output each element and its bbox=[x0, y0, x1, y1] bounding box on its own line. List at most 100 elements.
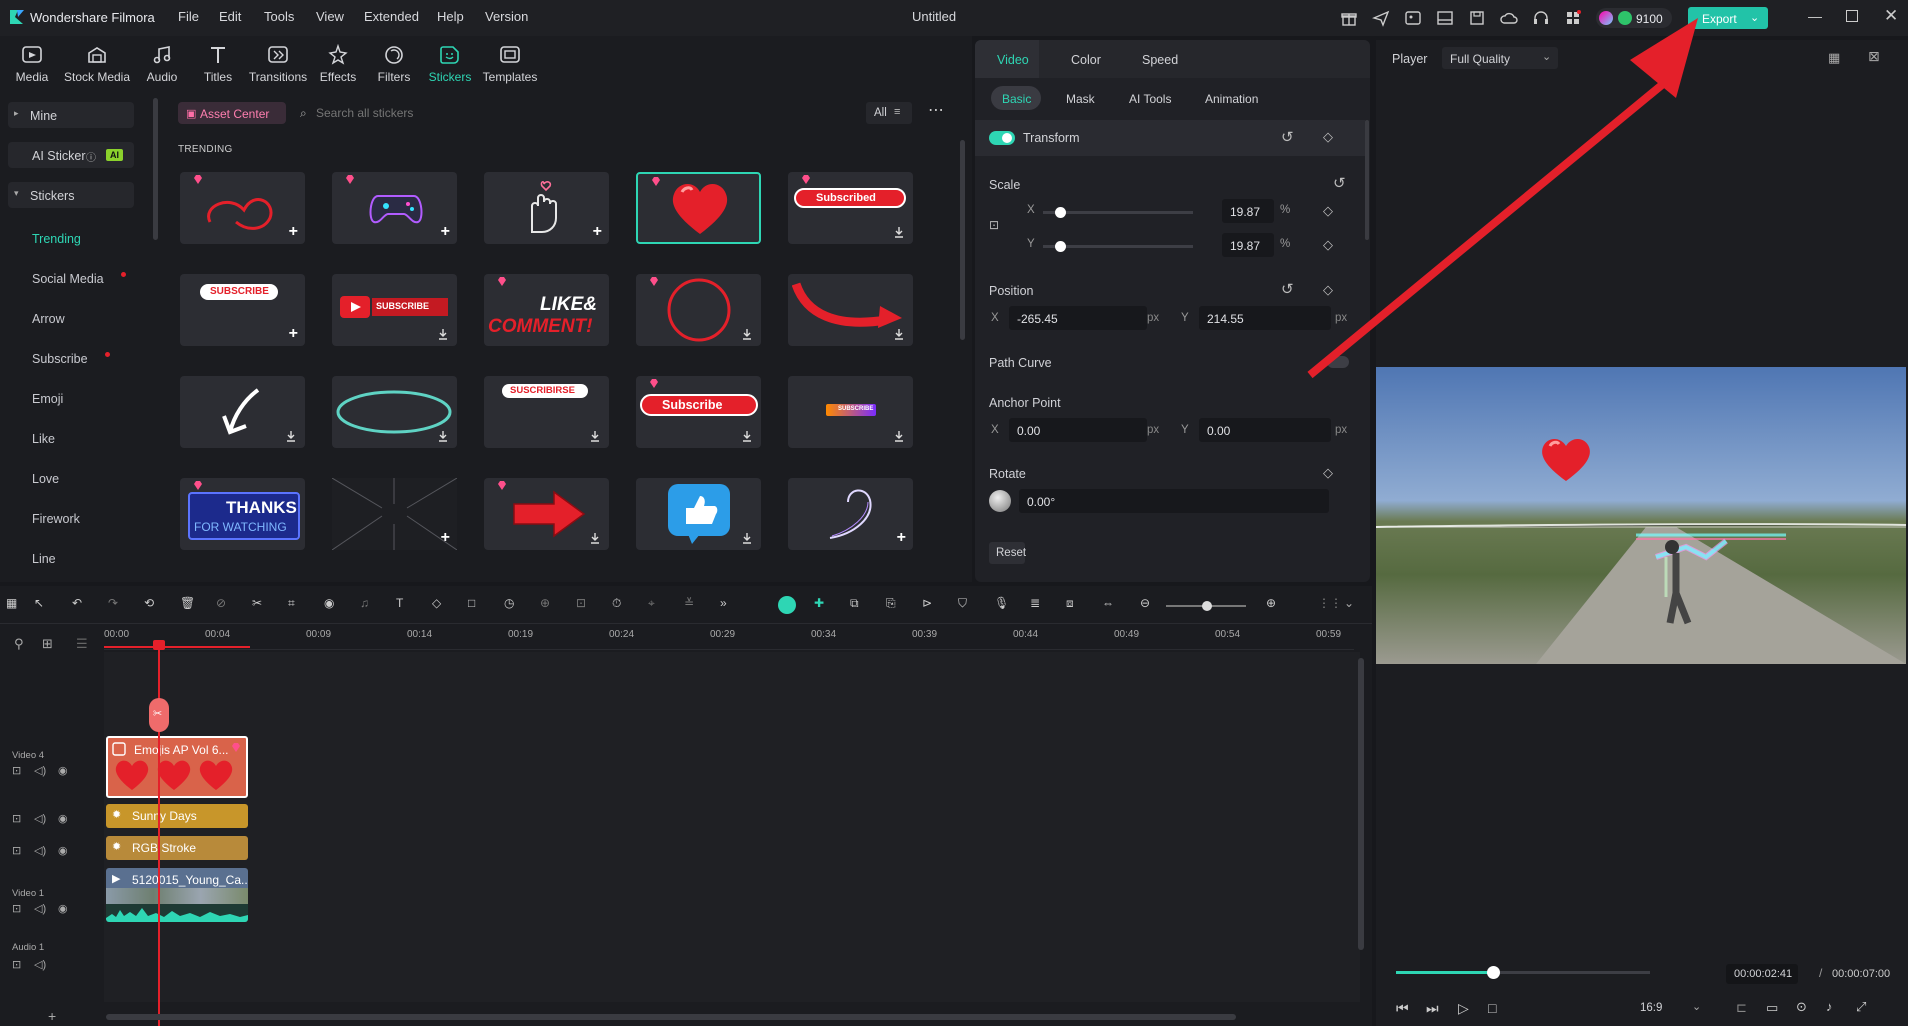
reset-icon[interactable]: ↺ bbox=[1281, 128, 1294, 146]
auto-highlight-icon[interactable]: ⊳ bbox=[922, 596, 940, 614]
keyframe-icon[interactable]: ◇ bbox=[432, 596, 450, 614]
tab-titles[interactable]: Titles bbox=[200, 44, 236, 84]
menu-file[interactable]: File bbox=[178, 9, 199, 24]
visibility-icon[interactable]: ◉ bbox=[58, 764, 68, 777]
scale-x-handle[interactable] bbox=[1055, 207, 1066, 218]
grid-view-icon[interactable]: ▦ bbox=[1828, 50, 1840, 66]
fit-icon[interactable]: ⇔ bbox=[1102, 596, 1120, 614]
category-ai-sticker[interactable]: AI Sticker ⓘ AI bbox=[8, 142, 134, 168]
mute-icon[interactable]: ◁) bbox=[34, 958, 46, 971]
media-library-icon[interactable] bbox=[1404, 9, 1422, 27]
anchor-x-input[interactable]: 0.00 bbox=[1009, 418, 1147, 442]
stabilize-icon[interactable]: ⊡ bbox=[576, 596, 594, 614]
previous-frame-icon[interactable]: ⏮ bbox=[1396, 1000, 1409, 1017]
tab-transitions[interactable]: Transitions bbox=[247, 44, 309, 84]
layout-grid-icon[interactable]: ▦ bbox=[6, 596, 24, 614]
credits-pill[interactable]: 9100 bbox=[1596, 8, 1672, 28]
lock-ratio-icon[interactable]: ⊡ bbox=[989, 218, 999, 232]
tab-speed[interactable]: Speed bbox=[1142, 53, 1178, 67]
tab-color[interactable]: Color bbox=[1071, 53, 1101, 67]
sticker-tile-sparkle-heart[interactable]: + bbox=[788, 478, 913, 550]
ai-tool-icon[interactable]: ⟲ bbox=[144, 596, 162, 614]
timeline-horizontal-scrollbar[interactable] bbox=[106, 1014, 1236, 1020]
display-icon[interactable]: ▭ bbox=[1766, 1000, 1778, 1016]
tab-templates[interactable]: Templates bbox=[482, 44, 538, 84]
restore-icon[interactable] bbox=[1846, 10, 1858, 22]
more-tools-icon[interactable]: » bbox=[720, 596, 738, 614]
download-icon[interactable] bbox=[741, 532, 753, 544]
undo-icon[interactable]: ↶ bbox=[72, 596, 90, 614]
next-frame-icon[interactable]: ⏭ bbox=[1426, 1000, 1439, 1017]
close-icon[interactable]: ✕ bbox=[1884, 6, 1898, 26]
save-icon[interactable] bbox=[1468, 9, 1486, 27]
subtab-mask[interactable]: Mask bbox=[1066, 92, 1095, 106]
subtab-animation[interactable]: Animation bbox=[1205, 92, 1258, 106]
asset-center-button[interactable]: ▣ Asset Center bbox=[178, 102, 286, 124]
grid-scrollbar[interactable] bbox=[960, 140, 965, 340]
download-icon[interactable] bbox=[741, 328, 753, 340]
redo-icon[interactable]: ↷ bbox=[108, 596, 126, 614]
volume-icon[interactable]: ♪ bbox=[1826, 999, 1833, 1014]
download-icon[interactable] bbox=[285, 430, 297, 442]
sticker-tile-teal-ellipse[interactable] bbox=[332, 376, 457, 448]
position-y-input[interactable]: 214.55 bbox=[1199, 306, 1331, 330]
visibility-icon[interactable]: ◉ bbox=[58, 812, 68, 825]
category-like[interactable]: Like bbox=[32, 432, 55, 446]
video-preview[interactable] bbox=[1376, 367, 1906, 664]
heart-sticker-overlay[interactable] bbox=[1538, 433, 1594, 485]
zoom-handle[interactable] bbox=[1202, 601, 1212, 611]
menu-version[interactable]: Version bbox=[485, 9, 528, 24]
tab-stickers[interactable]: Stickers bbox=[428, 44, 472, 84]
transform-toggle[interactable] bbox=[989, 131, 1015, 145]
subtitle-icon[interactable]: ≣ bbox=[1030, 596, 1048, 614]
layout-icon[interactable] bbox=[1436, 9, 1454, 27]
minimize-icon[interactable]: — bbox=[1808, 8, 1822, 24]
sticker-tile-heart-line[interactable]: + bbox=[180, 172, 305, 244]
anchor-y-input[interactable]: 0.00 bbox=[1199, 418, 1331, 442]
timeline-vertical-scrollbar[interactable] bbox=[1358, 658, 1364, 950]
rotate-dial[interactable] bbox=[989, 490, 1011, 512]
download-icon[interactable] bbox=[589, 430, 601, 442]
add-icon[interactable]: + bbox=[441, 530, 450, 546]
download-icon[interactable] bbox=[893, 226, 905, 238]
help-icon[interactable]: ⓘ bbox=[86, 149, 96, 164]
sticker-tile-like-comment[interactable]: LIKE& COMMENT! bbox=[484, 274, 609, 346]
speed-icon[interactable]: ◷ bbox=[504, 596, 522, 614]
sticker-tile-subscribed[interactable]: Subscribed bbox=[788, 172, 913, 244]
category-scrollbar[interactable] bbox=[153, 98, 158, 240]
marker-icon[interactable]: ⎘ bbox=[886, 596, 904, 614]
clip-video[interactable]: ▶ 5120015_Young_Ca... bbox=[106, 868, 248, 922]
link-icon[interactable]: ⚲ bbox=[14, 636, 24, 652]
cloud-upload-icon[interactable] bbox=[1500, 9, 1518, 27]
subtab-basic[interactable]: Basic bbox=[991, 86, 1041, 110]
clip-sunny-days[interactable]: ✹ Sunny Days bbox=[106, 804, 248, 828]
download-icon[interactable] bbox=[437, 328, 449, 340]
track-layout-icon[interactable]: ⋮⋮ bbox=[1318, 596, 1342, 614]
category-stickers[interactable]: ▾ Stickers bbox=[8, 182, 134, 208]
microphone-icon[interactable]: 🎙 bbox=[994, 596, 1012, 614]
tab-effects[interactable]: Effects bbox=[318, 44, 358, 84]
zoom-in-icon[interactable]: ⊕ bbox=[1266, 596, 1284, 614]
category-trending[interactable]: Trending bbox=[32, 232, 81, 246]
timeline-ruler[interactable]: 00:00 00:04 00:09 00:14 00:19 00:24 00:2… bbox=[104, 626, 1354, 650]
mask-icon[interactable]: □ bbox=[468, 596, 486, 614]
scale-y-input[interactable]: 19.87 bbox=[1222, 233, 1274, 257]
adjust-icon[interactable]: ≚ bbox=[684, 596, 702, 614]
visibility-icon[interactable]: ◉ bbox=[58, 844, 68, 857]
export-button[interactable]: Export ⌄ bbox=[1688, 7, 1768, 29]
play-icon[interactable]: ▷ bbox=[1458, 1000, 1469, 1017]
mute-icon[interactable]: ◁) bbox=[34, 902, 46, 915]
position-reset-icon[interactable]: ↺ bbox=[1281, 280, 1294, 298]
menu-tools[interactable]: Tools bbox=[264, 9, 294, 24]
chevron-down-icon[interactable]: ⌄ bbox=[1750, 11, 1759, 24]
quality-dropdown[interactable]: Full Quality ⌄ bbox=[1442, 47, 1558, 69]
gift-icon[interactable] bbox=[1340, 9, 1358, 27]
add-icon[interactable]: + bbox=[441, 224, 450, 240]
filter-dropdown[interactable]: All ≡ bbox=[866, 102, 912, 124]
pip-icon[interactable]: ⧈ bbox=[1066, 596, 1084, 614]
keyframe-diamond-icon[interactable]: ◇ bbox=[1323, 203, 1333, 219]
sticker-tile-white-arrow[interactable] bbox=[180, 376, 305, 448]
sticker-tile-red-circle[interactable] bbox=[636, 274, 761, 346]
playback-progress[interactable] bbox=[1396, 966, 1650, 979]
snapshot-view-icon[interactable]: ⊠ bbox=[1868, 48, 1880, 65]
